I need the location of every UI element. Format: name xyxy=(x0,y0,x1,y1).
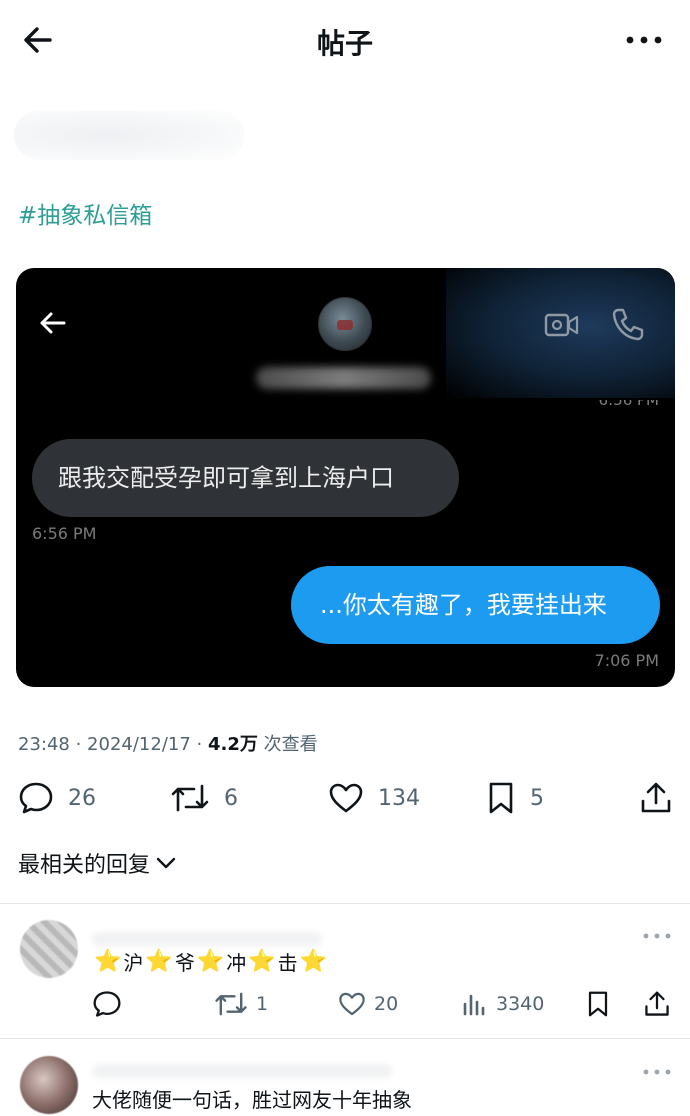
views-chart-icon xyxy=(463,994,485,1016)
reply-text: ⭐ 沪 ⭐ 爷 ⭐ 冲 ⭐ 击 ⭐ xyxy=(94,949,328,975)
share-button[interactable] xyxy=(640,770,672,826)
chat-partial-timestamp: 6:56 PM xyxy=(598,400,659,409)
reply-like-button[interactable]: 20 xyxy=(338,987,398,1021)
post-image[interactable]: 6:56 PM 跟我交配受孕即可拿到上海户口 6:56 PM ...你太有趣了，… xyxy=(16,268,675,687)
avatar[interactable] xyxy=(20,1056,78,1114)
bookmark-icon xyxy=(489,782,513,814)
view-count: 4.2万 xyxy=(207,734,258,755)
reply-author-blurred xyxy=(92,932,322,946)
phone-call-icon xyxy=(610,306,646,342)
reply-sort-dropdown[interactable]: 最相关的回复 xyxy=(18,847,176,879)
chat-avatar xyxy=(318,297,372,351)
more-horizontal-icon xyxy=(626,36,662,44)
reply-count: 26 xyxy=(68,785,96,811)
divider xyxy=(0,903,690,904)
comment-icon xyxy=(19,782,53,814)
avatar[interactable] xyxy=(20,920,78,978)
post-meta: 23:48 · 2024/12/17 · 4.2万 次查看 xyxy=(18,734,318,755)
bookmark-count: 5 xyxy=(530,785,544,811)
chat-username-blurred xyxy=(256,367,431,389)
reply-repost-count: 1 xyxy=(256,993,269,1015)
reply-bookmark-button[interactable] xyxy=(586,987,610,1021)
repost-count: 6 xyxy=(224,785,238,811)
bookmark-icon xyxy=(588,991,608,1017)
chat-back-icon xyxy=(36,308,70,338)
page-title: 帖子 xyxy=(316,27,373,60)
reply-text: 大佬随便一句话，胜过网友十年抽象 xyxy=(92,1088,412,1112)
star-emoji: ⭐ xyxy=(196,949,225,974)
heart-icon xyxy=(339,992,365,1016)
share-icon xyxy=(645,991,669,1016)
comment-icon xyxy=(93,991,121,1017)
outgoing-message-bubble: ...你太有趣了，我要挂出来 xyxy=(291,566,660,644)
reply-button[interactable]: 26 xyxy=(18,770,96,826)
outgoing-message-time: 7:06 PM xyxy=(594,651,659,670)
author-blurred xyxy=(14,110,244,160)
star-emoji: ⭐ xyxy=(94,949,122,974)
incoming-message-bubble: 跟我交配受孕即可拿到上海户口 xyxy=(32,439,459,517)
top-bar: 帖子 xyxy=(0,0,690,82)
like-button[interactable]: 134 xyxy=(328,770,420,826)
star-emoji: ⭐ xyxy=(145,949,173,974)
incoming-message-time: 6:56 PM xyxy=(32,524,97,543)
star-emoji: ⭐ xyxy=(248,949,276,974)
reply-repost-button[interactable]: 1 xyxy=(214,987,268,1021)
share-icon xyxy=(641,782,671,813)
reply-view-count: 3340 xyxy=(496,993,545,1015)
reply-comment-button[interactable] xyxy=(92,987,122,1021)
heart-icon xyxy=(329,783,363,813)
repost-icon xyxy=(171,784,209,812)
reply-views-button[interactable]: 3340 xyxy=(462,987,544,1021)
post-action-bar: 26 6 134 5 xyxy=(0,770,690,826)
chevron-down-icon xyxy=(156,857,176,869)
reply-share-button[interactable] xyxy=(644,987,670,1021)
like-count: 134 xyxy=(378,785,420,811)
post-time: 23:48 xyxy=(18,734,70,755)
repost-button[interactable]: 6 xyxy=(170,770,238,826)
reply-like-count: 20 xyxy=(374,993,399,1015)
divider xyxy=(0,1038,690,1039)
more-horizontal-icon xyxy=(643,933,671,939)
star-emoji: ⭐ xyxy=(299,949,328,974)
reply-more-button[interactable] xyxy=(642,1062,672,1075)
reply-more-button[interactable] xyxy=(642,926,672,939)
reply-author-blurred xyxy=(92,1064,392,1078)
repost-icon xyxy=(215,992,247,1016)
more-button[interactable] xyxy=(624,28,664,52)
hashtag-link[interactable]: #抽象私信箱 xyxy=(18,196,152,230)
more-horizontal-icon xyxy=(643,1069,671,1075)
sort-label: 最相关的回复 xyxy=(18,853,151,878)
bookmark-button[interactable]: 5 xyxy=(486,770,544,826)
video-call-icon xyxy=(544,310,580,340)
view-label: 次查看 xyxy=(263,734,318,755)
post-date: 2024/12/17 xyxy=(87,734,191,755)
